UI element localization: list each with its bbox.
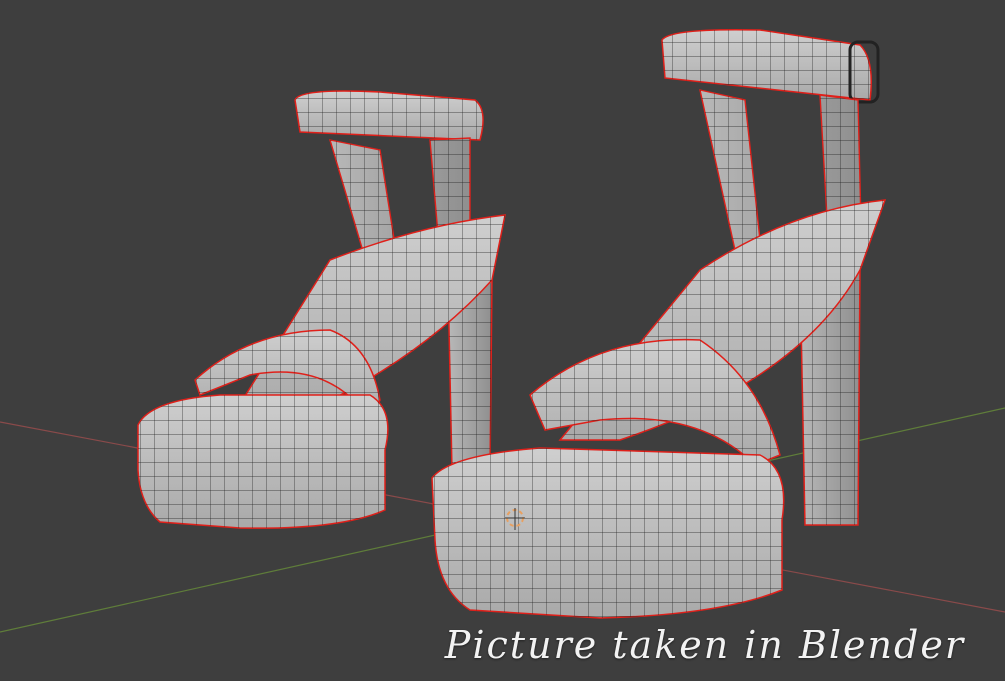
- blender-3d-viewport[interactable]: Picture taken in Blender: [0, 0, 1005, 681]
- right-sandal[interactable]: [431, 28, 887, 619]
- caption-text: Picture taken in Blender: [444, 623, 965, 667]
- scene-canvas[interactable]: [0, 0, 1005, 681]
- left-sandal[interactable]: [137, 90, 506, 529]
